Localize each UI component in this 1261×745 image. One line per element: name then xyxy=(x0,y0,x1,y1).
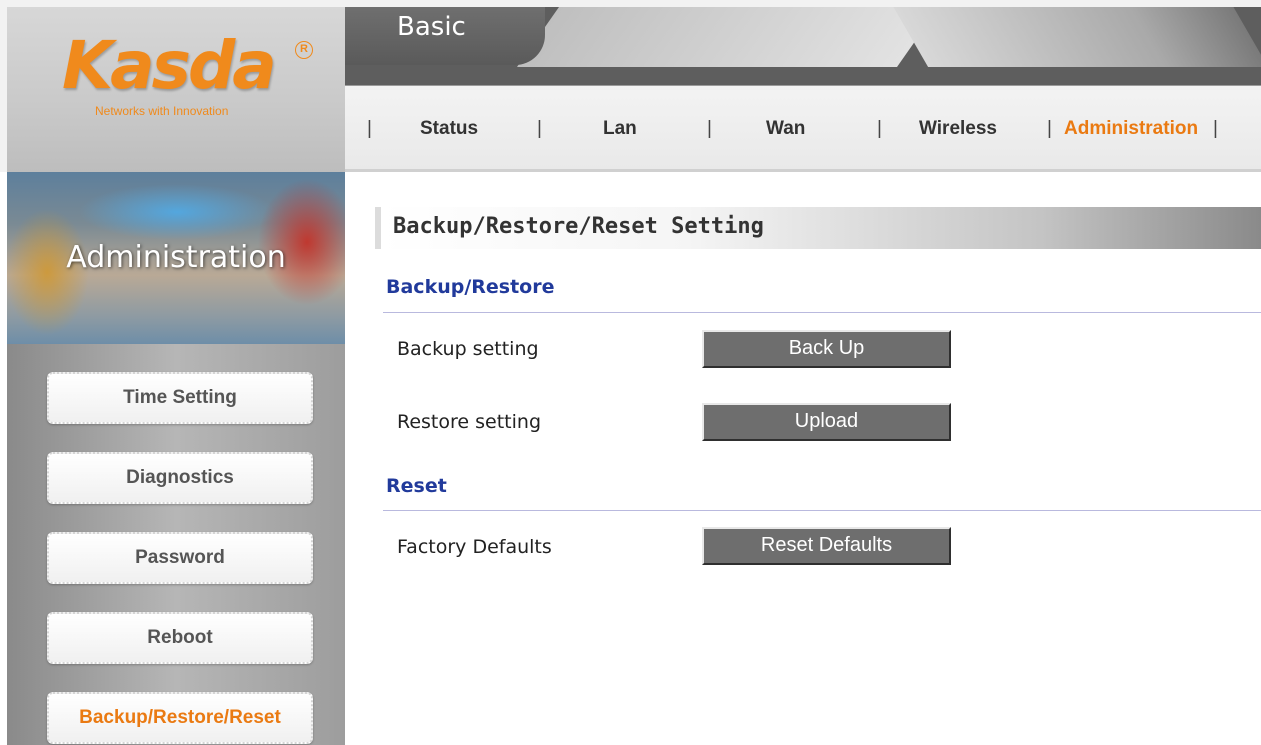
logo-wordmark: Kasda xyxy=(62,27,277,104)
sidebar-item-backup-restore-reset[interactable]: Backup/Restore/Reset xyxy=(47,692,313,744)
nav-item-administration[interactable]: Administration xyxy=(1064,118,1198,140)
header-band: Basic xyxy=(345,0,1261,85)
sidebar-banner: Administration xyxy=(7,172,345,344)
section-header: Backup/Restore/Reset Setting xyxy=(375,207,1261,249)
sidebar-item-password[interactable]: Password xyxy=(47,532,313,584)
divider xyxy=(383,312,1261,313)
nav-item-wireless[interactable]: Wireless xyxy=(919,118,997,140)
backup-setting-label: Backup setting xyxy=(397,338,539,360)
nav-item-lan[interactable]: Lan xyxy=(603,118,637,140)
sidebar-item-time-setting[interactable]: Time Setting xyxy=(47,372,313,424)
reset-defaults-button[interactable]: Reset Defaults xyxy=(702,527,951,565)
header-title: Basic xyxy=(397,12,466,42)
logo-tagline: Networks with Innovation xyxy=(95,104,229,118)
brand-logo: Kasda R Networks with Innovation xyxy=(0,0,345,172)
page-title: Backup/Restore/Reset Setting xyxy=(393,214,764,239)
nav-separator: | xyxy=(877,118,882,139)
main-content: Backup/Restore/Reset Setting Backup/Rest… xyxy=(345,175,1261,745)
back-up-button[interactable]: Back Up xyxy=(702,330,951,368)
restore-setting-label: Restore setting xyxy=(397,411,542,433)
nav-separator: | xyxy=(537,118,542,139)
nav-separator: | xyxy=(367,118,372,139)
factory-defaults-label: Factory Defaults xyxy=(397,536,552,558)
nav-item-status[interactable]: Status xyxy=(420,118,478,140)
group-title-reset: Reset xyxy=(386,475,447,497)
upload-button[interactable]: Upload xyxy=(702,403,951,441)
sidebar-item-reboot[interactable]: Reboot xyxy=(47,612,313,664)
sidebar-item-diagnostics[interactable]: Diagnostics xyxy=(47,452,313,504)
sidebar: Administration Time Setting Diagnostics … xyxy=(7,172,345,745)
registered-mark-icon: R xyxy=(295,41,313,59)
divider xyxy=(383,510,1261,511)
nav-separator: | xyxy=(1047,118,1052,139)
nav-item-wan[interactable]: Wan xyxy=(766,118,805,140)
main-nav: | Status | Lan | Wan | Wireless | Admini… xyxy=(345,85,1261,172)
sidebar-title: Administration xyxy=(66,240,286,275)
header-decoration xyxy=(881,7,1261,67)
nav-separator: | xyxy=(1213,118,1218,139)
header-decoration xyxy=(516,7,954,67)
nav-separator: | xyxy=(707,118,712,139)
group-title-backup-restore: Backup/Restore xyxy=(386,276,555,298)
